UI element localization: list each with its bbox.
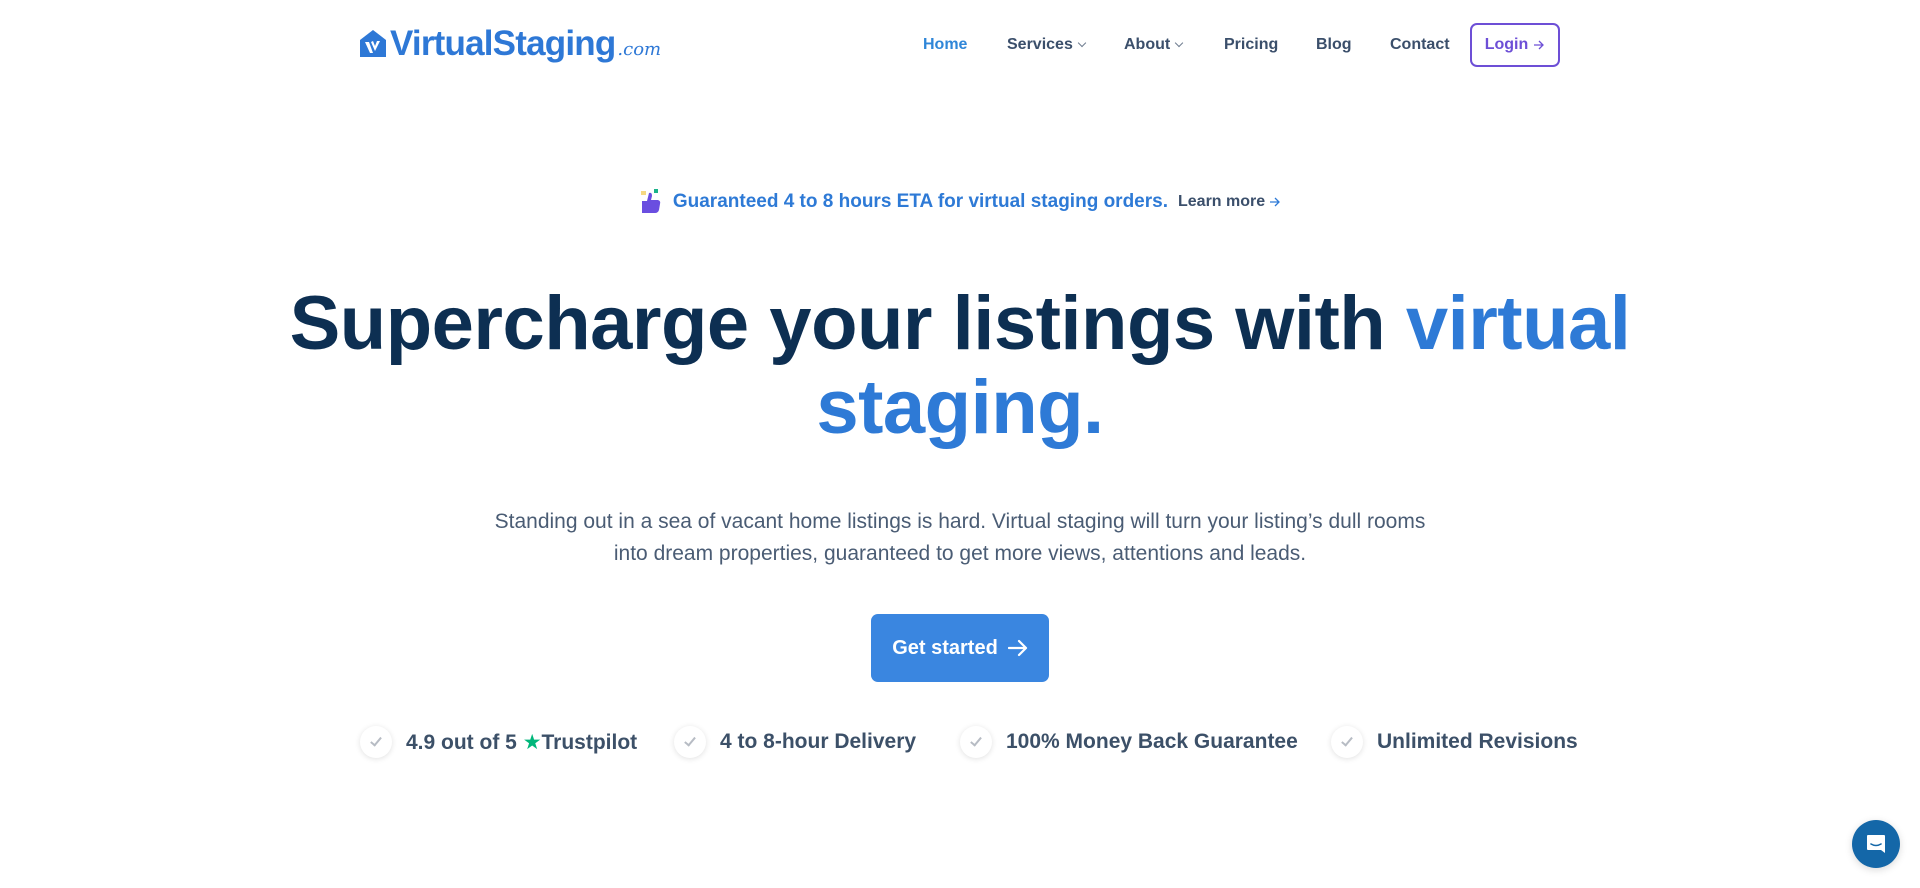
login-button[interactable]: Login [1470, 23, 1560, 67]
feature-text: 4.9 out of 5 ★Trustpilot [406, 730, 638, 754]
arrow-right-icon [1270, 197, 1281, 207]
arrow-right-icon [1534, 40, 1545, 50]
announcement-text: Guaranteed 4 to 8 hours ETA for virtual … [672, 191, 1168, 212]
check-icon [1331, 726, 1363, 758]
trustpilot-star-icon: ★ [522, 730, 542, 754]
nav-services-label: Services [1007, 36, 1073, 53]
nav-home-label: Home [923, 36, 968, 53]
hero-subtitle: Standing out in a sea of vacant home lis… [494, 510, 1426, 565]
check-icon [360, 726, 392, 758]
logo-text: VirtualStaging [390, 24, 616, 63]
nav-pricing-label: Pricing [1224, 36, 1279, 53]
feature-list: 4.9 out of 5 ★Trustpilot 4 to 8-hour Del… [0, 724, 1920, 764]
chevron-down-icon [1077, 38, 1087, 48]
chevron-down-icon [1174, 38, 1184, 48]
learn-more-label: Learn more [1178, 193, 1266, 210]
feature-item-guarantee: 100% Money Back Guarantee [960, 724, 1298, 760]
feature-text: 4 to 8-hour Delivery [720, 730, 917, 753]
feature-text: 100% Money Back Guarantee [1006, 730, 1298, 753]
get-started-label: Get started [892, 636, 998, 659]
arrow-right-icon [1007, 639, 1027, 657]
nav-about[interactable]: About [1124, 23, 1184, 67]
login-label: Login [1484, 36, 1529, 53]
thumbs-up-icon [640, 189, 661, 213]
nav-contact[interactable]: Contact [1390, 23, 1450, 67]
nav-services[interactable]: Services [1007, 23, 1087, 67]
feature-item-revisions: Unlimited Revisions [1331, 724, 1578, 760]
feature-item-delivery: 4 to 8-hour Delivery [674, 724, 916, 760]
logo-suffix: .com [617, 38, 662, 60]
site-logo[interactable]: VirtualStaging .com [359, 24, 661, 64]
nav-home[interactable]: Home [923, 23, 967, 67]
learn-more-link[interactable]: Learn more [1178, 193, 1281, 211]
site-header: VirtualStaging .com Home Services About … [0, 0, 1920, 90]
hero-title-main: Supercharge your listings with [289, 281, 1406, 366]
house-logo-icon [360, 30, 386, 57]
get-started-button[interactable]: Get started [871, 614, 1049, 682]
nav-contact-label: Contact [1390, 36, 1450, 53]
feature-item-trustpilot: 4.9 out of 5 ★Trustpilot [360, 724, 637, 760]
check-icon [960, 726, 992, 758]
hero-title-accent-line2: staging. [816, 365, 1104, 450]
announcement-bar: Guaranteed 4 to 8 hours ETA for virtual … [0, 188, 1920, 216]
chat-bubble-icon [1867, 835, 1885, 853]
check-icon [674, 726, 706, 758]
nav-pricing[interactable]: Pricing [1224, 23, 1278, 67]
nav-about-label: About [1124, 36, 1171, 53]
hero-title: Supercharge your listings with virtual s… [0, 282, 1920, 450]
hero-title-accent: virtual [1405, 281, 1631, 366]
chat-widget-button[interactable] [1852, 820, 1900, 868]
feature-text: Unlimited Revisions [1377, 730, 1578, 753]
nav-blog[interactable]: Blog [1316, 23, 1352, 67]
nav-blog-label: Blog [1316, 36, 1352, 53]
